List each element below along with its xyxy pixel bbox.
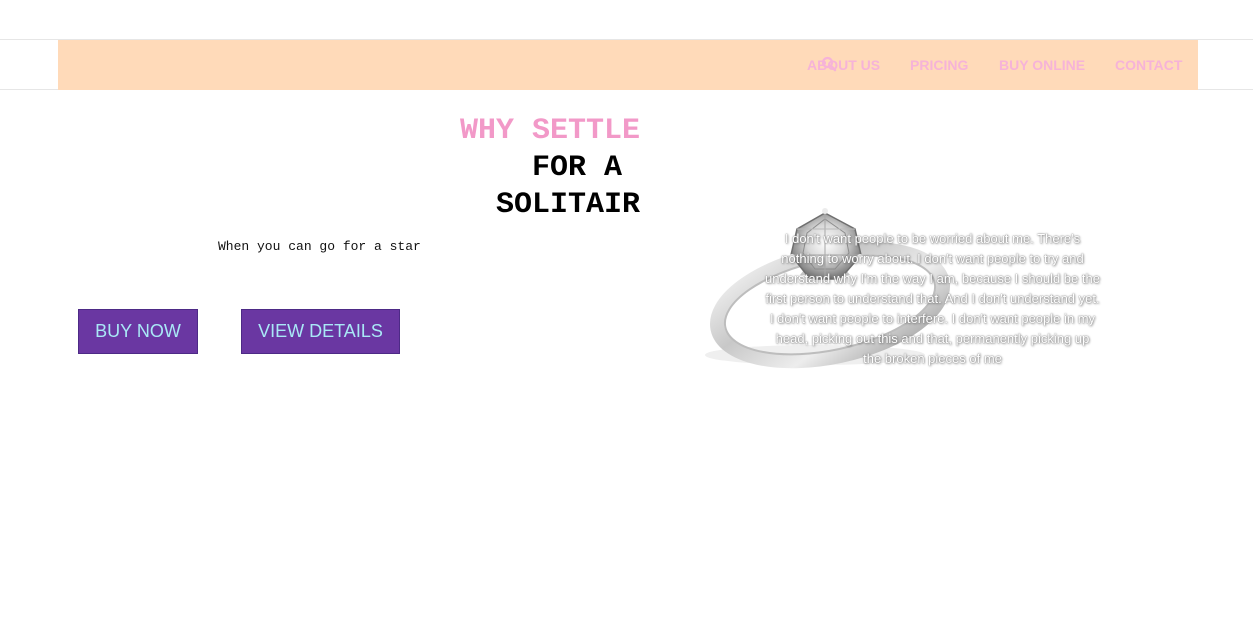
headline-line-1: WHY SETTLE: [459, 114, 640, 148]
headline-line-3: SOLITAIR: [495, 188, 640, 222]
hero-tagline: When you can go for a star: [218, 239, 421, 254]
hero-headline: WHY SETTLE FOR A SOLITAIR: [420, 113, 640, 224]
buy-now-button[interactable]: BUY NOW: [78, 309, 198, 354]
view-details-button[interactable]: VIEW DETAILS: [241, 309, 400, 354]
headline-line-2: FOR A: [531, 151, 622, 185]
nav-link-buy-online[interactable]: BUY ONLINE: [999, 56, 1085, 74]
navbar: ABOUT US PRICING BUY ONLINE CONTACT: [58, 40, 1198, 90]
nav-link-about-us[interactable]: ABOUT US: [807, 56, 880, 74]
ring-caption: I don't want people to be worried about …: [765, 231, 1100, 366]
nav-link-pricing[interactable]: PRICING: [910, 56, 968, 74]
nav-link-contact[interactable]: CONTACT: [1115, 56, 1182, 74]
